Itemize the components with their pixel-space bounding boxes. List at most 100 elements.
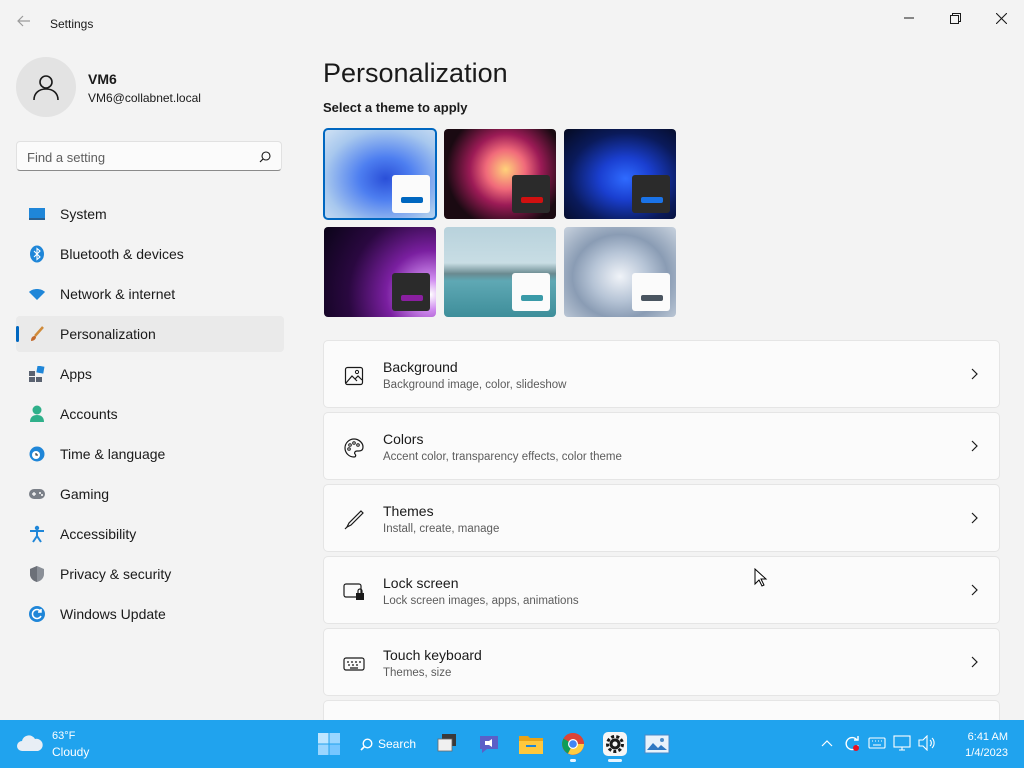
teams-chat-icon[interactable] <box>471 726 507 762</box>
taskbar: 63°F Cloudy Search 6:41 AM 1/4/2023 <box>0 720 1024 768</box>
background-card[interactable]: Background Background image, color, slid… <box>323 340 1000 408</box>
theme-window-preview <box>632 175 670 213</box>
lock-screen-card[interactable]: Lock screen Lock screen images, apps, an… <box>323 556 1000 624</box>
sidebar-item-label: Gaming <box>60 486 110 502</box>
clock-date: 1/4/2023 <box>965 747 1008 759</box>
task-view-icon[interactable] <box>429 726 465 762</box>
sidebar-item-time-language[interactable]: Time & language <box>16 436 284 472</box>
sidebar-item-label: Time & language <box>60 446 166 462</box>
search-icon <box>259 150 271 168</box>
volume-icon[interactable] <box>916 732 938 754</box>
theme-window-preview <box>512 175 550 213</box>
theme-window-preview <box>632 273 670 311</box>
palette-icon <box>343 437 365 459</box>
touch-keyboard-card[interactable]: Touch keyboard Themes, size <box>323 628 1000 696</box>
minimize-icon[interactable] <box>886 6 932 30</box>
colors-card[interactable]: Colors Accent color, transparency effect… <box>323 412 1000 480</box>
sidebar-item-label: Bluetooth & devices <box>60 246 184 262</box>
settings-cards: Background Background image, color, slid… <box>323 340 1000 726</box>
search-input[interactable]: Find a setting <box>16 141 282 171</box>
image-icon <box>343 365 365 387</box>
gamepad-icon <box>28 485 46 503</box>
card-subtitle: Install, create, manage <box>383 523 500 535</box>
app-title: Settings <box>50 17 94 31</box>
sidebar-item-label: System <box>60 206 107 222</box>
theme-thumbnail-windows-light[interactable] <box>323 128 437 220</box>
themes-heading: Select a theme to apply <box>323 100 468 115</box>
keyboard-tray-icon[interactable] <box>866 732 888 754</box>
themes-card[interactable]: Themes Install, create, manage <box>323 484 1000 552</box>
chevron-right-icon <box>971 511 979 529</box>
taskbar-apps: Search <box>308 726 678 762</box>
settings-gear-icon[interactable] <box>597 726 633 762</box>
search-icon <box>360 737 373 751</box>
sidebar-item-apps[interactable]: Apps <box>16 356 284 392</box>
sidebar-item-network[interactable]: Network & internet <box>16 276 284 312</box>
user-name: VM6 <box>88 71 117 87</box>
sidebar-item-accessibility[interactable]: Accessibility <box>16 516 284 552</box>
sidebar-item-gaming[interactable]: Gaming <box>16 476 284 512</box>
sidebar-item-windows-update[interactable]: Windows Update <box>16 596 284 632</box>
card-subtitle: Themes, size <box>383 667 452 679</box>
system-tray <box>816 732 941 754</box>
weather-widget[interactable]: 63°F Cloudy <box>16 728 136 760</box>
bluetooth-icon <box>28 245 46 263</box>
user-profile[interactable]: VM6 VM6@collabnet.local <box>16 57 286 119</box>
accounts-icon <box>28 405 46 423</box>
weather-temperature: 63°F <box>52 730 76 742</box>
sync-icon[interactable] <box>841 732 863 754</box>
chevron-right-icon <box>971 583 979 601</box>
avatar[interactable] <box>16 57 76 117</box>
display-icon[interactable] <box>891 732 913 754</box>
cloud-icon <box>16 734 44 757</box>
theme-window-preview <box>392 175 430 213</box>
file-explorer-icon[interactable] <box>513 726 549 762</box>
chevron-right-icon <box>971 439 979 457</box>
card-title: Touch keyboard <box>383 647 482 663</box>
user-email: VM6@collabnet.local <box>88 91 201 105</box>
close-icon[interactable] <box>978 6 1024 30</box>
sidebar-item-label: Privacy & security <box>60 566 172 582</box>
card-title: Colors <box>383 431 424 447</box>
sidebar-item-personalization[interactable]: Personalization <box>16 316 284 352</box>
taskbar-search-label: Search <box>377 737 417 751</box>
taskbar-clock[interactable]: 6:41 AM 1/4/2023 <box>965 729 1008 761</box>
photos-icon[interactable] <box>639 726 675 762</box>
theme-thumbnail-glow[interactable] <box>444 129 556 219</box>
theme-thumbnail-flow[interactable] <box>564 227 676 317</box>
sidebar-item-privacy-security[interactable]: Privacy & security <box>16 556 284 592</box>
system-icon <box>28 205 46 223</box>
title-bar: Settings <box>0 0 1024 48</box>
sidebar-item-label: Network & internet <box>60 286 176 302</box>
theme-window-preview <box>392 273 430 311</box>
theme-thumbnail-sunrise[interactable] <box>444 227 556 317</box>
taskbar-search-button[interactable]: Search <box>352 726 424 762</box>
pen-icon <box>343 509 365 531</box>
theme-thumbnail-windows-dark[interactable] <box>564 129 676 219</box>
search-placeholder: Find a setting <box>27 150 106 165</box>
keyboard-icon <box>343 653 365 675</box>
theme-thumbnail-captured-motion[interactable] <box>324 227 436 317</box>
chevron-up-icon[interactable] <box>816 732 838 754</box>
theme-window-preview <box>512 273 550 311</box>
apps-icon <box>28 365 46 383</box>
chrome-icon[interactable] <box>555 726 591 762</box>
sidebar-item-label: Accessibility <box>60 526 137 542</box>
card-subtitle: Background image, color, slideshow <box>383 379 567 391</box>
sidebar-item-accounts[interactable]: Accounts <box>16 396 284 432</box>
clock-time: 6:41 AM <box>967 731 1008 743</box>
lock-screen-icon <box>343 581 365 603</box>
card-title: Lock screen <box>383 575 459 591</box>
windows-update-icon <box>28 605 46 623</box>
sidebar-item-system[interactable]: System <box>16 196 284 232</box>
back-arrow-icon[interactable] <box>14 14 34 34</box>
sidebar-item-label: Personalization <box>60 326 156 342</box>
next-card-partial[interactable] <box>323 700 1000 722</box>
sidebar-nav: System Bluetooth & devices Network & int… <box>16 196 284 636</box>
chevron-right-icon <box>971 655 979 673</box>
sidebar-item-bluetooth[interactable]: Bluetooth & devices <box>16 236 284 272</box>
card-subtitle: Accent color, transparency effects, colo… <box>383 451 622 463</box>
start-icon[interactable] <box>311 726 347 762</box>
restore-icon[interactable] <box>932 6 978 30</box>
card-title: Background <box>383 359 458 375</box>
